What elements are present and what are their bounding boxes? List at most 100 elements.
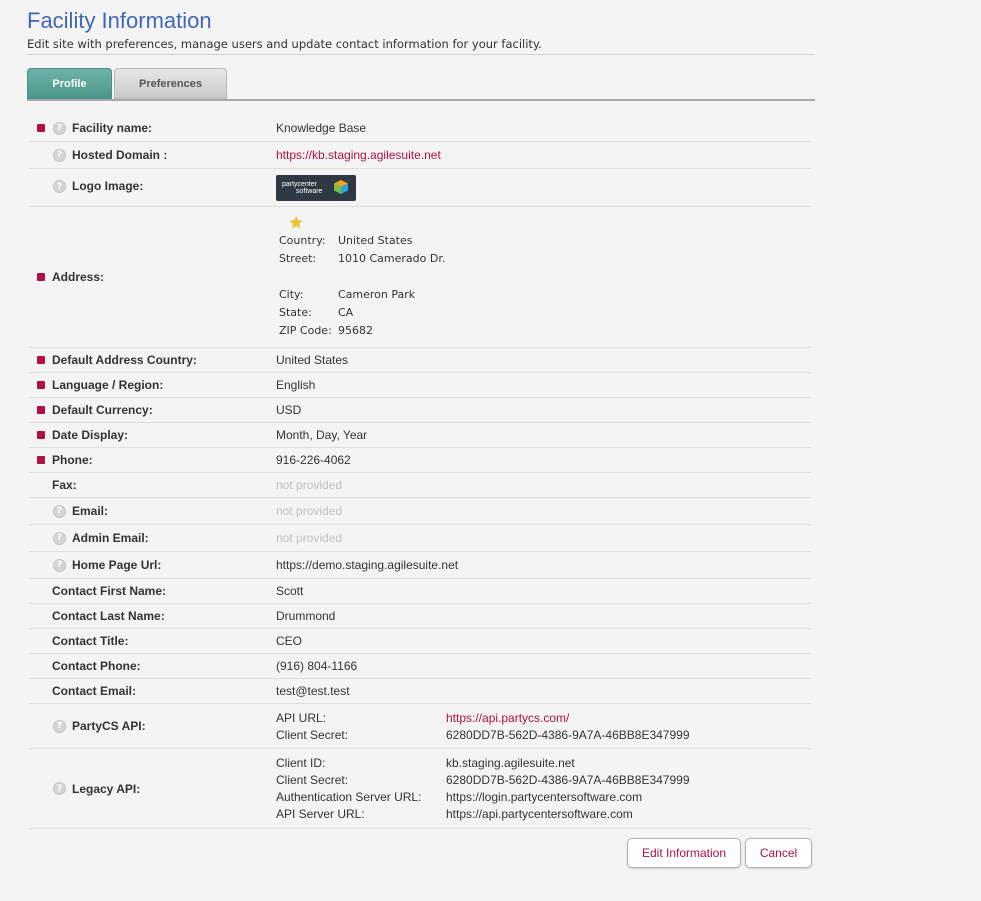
row-home-page-url: ? Home Page Url: https://demo.staging.ag… (29, 552, 811, 579)
row-contact-email: Contact Email: test@test.test (29, 679, 811, 704)
help-icon[interactable]: ? (53, 782, 66, 795)
contact-phone-value: (916) 804-1166 (276, 659, 358, 673)
logo-text-software: software (296, 187, 323, 195)
help-icon[interactable]: ? (53, 180, 66, 193)
page-subtitle: Edit site with preferences, manage users… (27, 37, 542, 51)
api-url-line: API URL: https://api.partycs.com/ (276, 709, 569, 726)
address-label: Address: (52, 270, 105, 284)
contact-email-label: Contact Email: (52, 684, 137, 698)
admin-email-label: Admin Email: (72, 531, 149, 545)
required-marker (37, 124, 45, 132)
phone-value: 916-226-4062 (276, 453, 351, 467)
client-secret-value: 6280DD7B-562D-4386-9A7A-46BB8E347999 (446, 727, 690, 742)
contact-title-label: Contact Title: (52, 634, 129, 648)
help-icon[interactable]: ? (53, 121, 66, 135)
hosted-domain-label: Hosted Domain : (72, 148, 168, 162)
row-contact-phone: Contact Phone: (916) 804-1166 (29, 654, 811, 679)
contact-first-name-value: Scott (276, 584, 304, 598)
help-icon[interactable]: ? (53, 148, 66, 162)
date-display-value: Month, Day, Year (276, 428, 368, 442)
language-region-label: Language / Region: (52, 378, 164, 392)
client-id-key: Client ID: (276, 756, 326, 770)
address-line: ZIP Code: 95682 (279, 323, 373, 337)
row-facility-name: ? Facility name: Knowledge Base (29, 115, 811, 142)
client-id-value: kb.staging.agilesuite.net (446, 756, 575, 770)
row-email: ? Email: not provided (29, 498, 811, 525)
auth-server-value: https://login.partycentersoftware.com (446, 790, 643, 804)
logo-text-partycenter: partycenter (282, 180, 318, 188)
row-phone: Phone: 916-226-4062 (29, 448, 811, 473)
required-marker (37, 356, 45, 364)
address-line: City: Cameron Park (279, 287, 416, 301)
row-address: Address: ★ Country: United States Street:… (29, 207, 811, 348)
row-fax: Fax: not provided (29, 473, 811, 498)
fax-value: not provided (276, 478, 343, 492)
required-marker (37, 431, 45, 439)
help-icon[interactable]: ? (53, 504, 66, 518)
hosted-domain-link[interactable]: https://kb.staging.agilesuite.net (276, 148, 441, 162)
api-server-key: API Server URL: (276, 807, 365, 821)
date-display-label: Date Display: (52, 428, 129, 442)
row-default-currency: Default Currency: USD (29, 398, 811, 423)
home-page-url-value: https://demo.staging.agilesuite.net (276, 558, 459, 572)
client-secret-line: Client Secret: 6280DD7B-562D-4386-9A7A-46… (276, 726, 690, 743)
client-id-line: Client ID: kb.staging.agilesuite.net (276, 755, 575, 772)
tab-divider (27, 99, 815, 101)
api-server-line: API Server URL: https://api.partycenterso… (276, 806, 633, 823)
required-marker (37, 381, 45, 389)
email-label: Email: (72, 504, 109, 518)
required-marker (37, 273, 45, 281)
row-language-region: Language / Region: English (29, 373, 811, 398)
star-icon[interactable]: ★ (289, 215, 445, 231)
address-block: ★ Country: United States Street: 1010 Came… (276, 215, 445, 339)
tab-profile[interactable]: Profile (27, 68, 112, 99)
row-legacy-api: ? Legacy API: Client ID: kb.staging.agile… (29, 749, 811, 829)
title-divider (27, 54, 815, 55)
api-url-key: API URL: (276, 710, 327, 725)
default-address-country-label: Default Address Country: (52, 353, 197, 367)
cancel-button[interactable]: Cancel (745, 838, 812, 868)
page-title: Facility Information (27, 8, 212, 33)
help-icon[interactable]: ? (53, 558, 66, 572)
api-server-value: https://api.partycentersoftware.com (446, 807, 633, 821)
row-contact-last-name: Contact Last Name: Drummond (29, 604, 811, 629)
language-region-value: English (276, 378, 316, 392)
admin-email-value: not provided (276, 531, 343, 545)
row-hosted-domain: ? Hosted Domain : https://kb.staging.agi… (29, 142, 811, 169)
contact-phone-label: Contact Phone: (52, 659, 141, 673)
default-address-country-value: United States (276, 353, 349, 367)
edit-information-button[interactable]: Edit Information (627, 838, 741, 868)
address-line: Country: United States (279, 233, 413, 247)
contact-last-name-label: Contact Last Name: (52, 609, 165, 623)
facility-logo: partycenter software (276, 174, 356, 201)
logo-image-label: Logo Image: (72, 179, 144, 193)
contact-last-name-value: Drummond (276, 609, 336, 623)
help-icon[interactable]: ? (53, 719, 66, 733)
address-line: Street: 1010 Camerado Dr. (279, 251, 446, 265)
required-marker (37, 456, 45, 464)
legacy-api-label: Legacy API: (72, 781, 141, 796)
row-contact-title: Contact Title: CEO (29, 629, 811, 654)
legacy-client-secret-key: Client Secret: (276, 773, 349, 787)
home-page-url-label: Home Page Url: (72, 558, 162, 572)
row-default-address-country: Default Address Country: United States (29, 348, 811, 373)
row-admin-email: ? Admin Email: not provided (29, 525, 811, 552)
contact-first-name-label: Contact First Name: (52, 584, 167, 598)
auth-server-line: Authentication Server URL: https://login.… (276, 789, 642, 806)
default-currency-label: Default Currency: (52, 403, 153, 417)
help-icon[interactable]: ? (53, 531, 66, 545)
facility-name-value: Knowledge Base (276, 121, 367, 135)
api-url-link[interactable]: https://api.partycs.com/ (446, 711, 569, 725)
tab-preferences[interactable]: Preferences (114, 68, 227, 99)
row-logo-image: ? Logo Image: partycenter software (29, 169, 811, 207)
profile-table: ? Facility name: Knowledge Base ? Hosted… (29, 115, 811, 829)
contact-email-value: test@test.test (276, 684, 350, 698)
logo-cube-icon (334, 179, 348, 194)
facility-name-label: Facility name: (72, 121, 153, 135)
email-value: not provided (276, 504, 343, 518)
address-line (279, 267, 445, 285)
phone-label: Phone: (52, 453, 93, 467)
client-secret-key: Client Secret: (276, 727, 349, 742)
fax-label: Fax: (52, 478, 77, 492)
legacy-client-secret-line: Client Secret: 6280DD7B-562D-4386-9A7A-46… (276, 772, 690, 789)
